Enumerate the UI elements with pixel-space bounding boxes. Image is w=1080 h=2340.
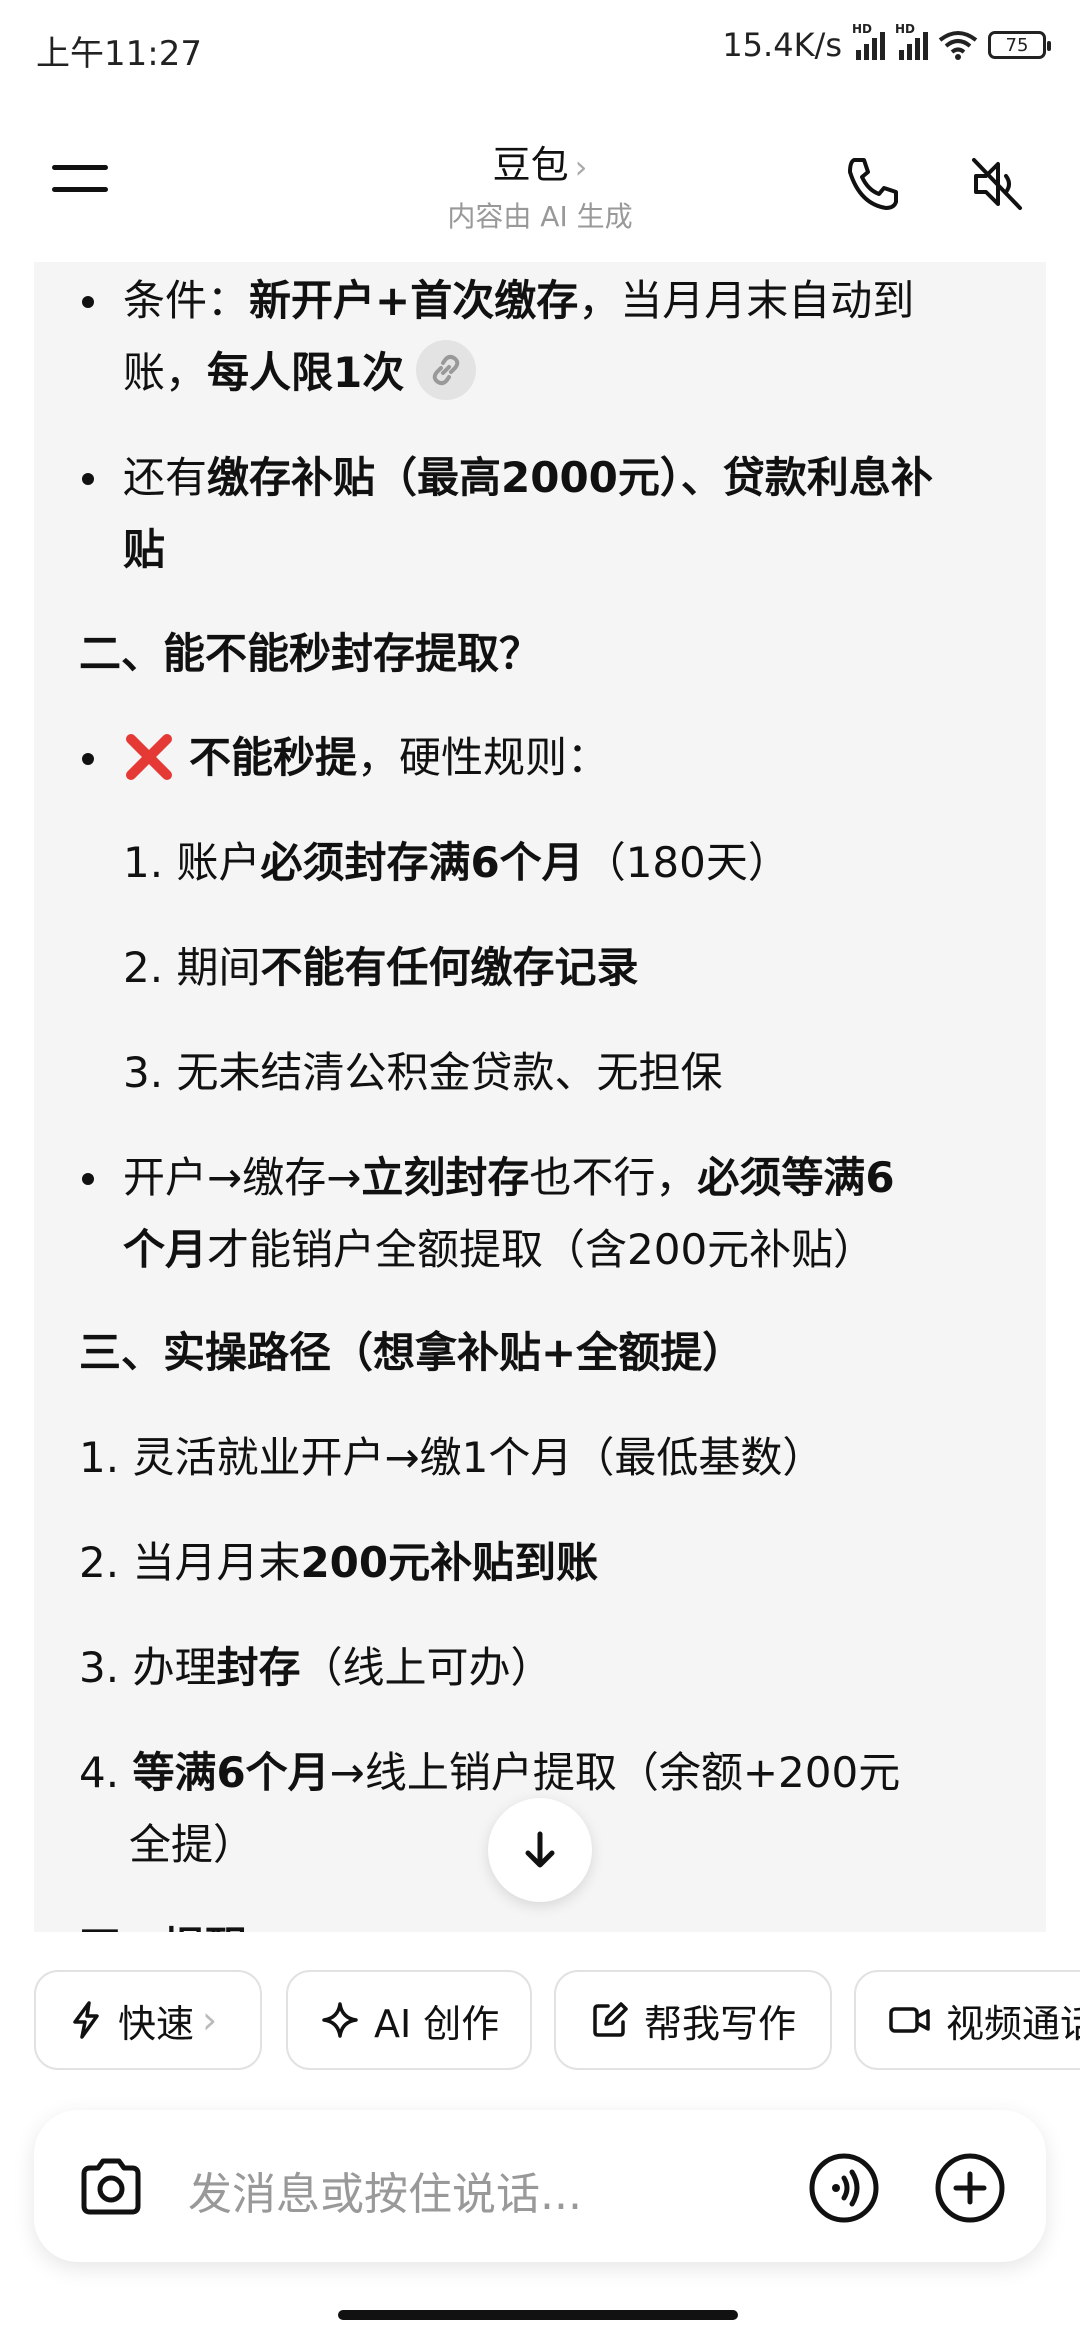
- section-heading: 二、能不能秒封存提取？: [79, 629, 542, 678]
- section-heading: 三、实操路径（想拿补贴+全额提）: [79, 1328, 745, 1377]
- chat-header: 豆包 › 内容由 AI 生成: [0, 100, 1080, 265]
- quick-action-video-call[interactable]: 视频通话: [854, 1970, 1080, 2070]
- quick-actions-bar: 快速 › AI 创作 帮我写作 视频通话: [34, 1970, 1080, 2074]
- lightning-icon: [73, 2001, 99, 2039]
- numbered-item: 1. 灵活就业开户→缴1个月（最低基数）: [79, 1433, 825, 1482]
- video-icon: [889, 2007, 930, 2033]
- chevron-right-icon: ›: [574, 148, 588, 186]
- battery-icon: 75: [988, 31, 1051, 59]
- cell-signal-2-icon: HD: [895, 22, 928, 60]
- arrow-down-icon: [525, 1831, 555, 1868]
- status-time: 上午11:27: [36, 34, 202, 74]
- chat-title: 豆包: [492, 143, 569, 187]
- menu-icon[interactable]: [52, 155, 112, 205]
- numbered-item: 3. 无未结清公积金贷款、无担保: [123, 1048, 723, 1097]
- message-input-bar: 发消息或按住说话...: [34, 2110, 1046, 2262]
- cell-signal-icon: HD: [852, 22, 885, 60]
- list-item: 还有缴存补贴（最高2000元）、贷款利息补贴: [82, 442, 1023, 586]
- ai-disclaimer: 内容由 AI 生成: [447, 200, 633, 233]
- status-icons: 15.4K/s HD HD 75: [722, 22, 1051, 64]
- sparkle-icon: [322, 2002, 358, 2038]
- plus-icon[interactable]: [934, 2152, 1006, 2224]
- chat-title-area[interactable]: 豆包 › 内容由 AI 生成: [340, 134, 740, 235]
- chevron-right-icon: ›: [202, 1998, 218, 2042]
- voice-input-icon[interactable]: [808, 2152, 880, 2224]
- list-item: 条件：新开户+首次缴存，当月月末自动到 账，每人限1次: [82, 265, 1023, 409]
- numbered-item: 3. 办理封存（线上可办）: [79, 1643, 553, 1692]
- camera-icon[interactable]: [76, 2152, 146, 2222]
- red-cross-icon: [126, 733, 172, 780]
- status-bar: 上午11:27 15.4K/s HD HD 75: [0, 0, 1080, 100]
- speaker-muted-icon[interactable]: [966, 152, 1030, 216]
- ai-message: 条件：新开户+首次缴存，当月月末自动到 账，每人限1次 还有缴存补贴（最高200…: [34, 262, 1046, 1932]
- scroll-to-bottom-button[interactable]: [488, 1798, 592, 1902]
- edit-icon: [593, 2002, 628, 2037]
- numbered-item: 2. 期间不能有任何缴存记录: [123, 943, 639, 992]
- quick-action-ai-create[interactable]: AI 创作: [286, 1970, 532, 2070]
- home-indicator[interactable]: [338, 2310, 738, 2320]
- citation-link-icon[interactable]: [416, 339, 477, 400]
- quick-action-write[interactable]: 帮我写作: [554, 1970, 832, 2070]
- phone-icon[interactable]: [840, 152, 904, 216]
- message-input[interactable]: 发消息或按住说话...: [188, 2158, 582, 2222]
- quick-action-fast[interactable]: 快速 ›: [34, 1970, 262, 2070]
- list-item: 不能秒提，硬性规则：: [82, 722, 1023, 794]
- numbered-item: 1. 账户必须封存满6个月（180天）: [123, 838, 790, 887]
- network-speed: 15.4K/s: [722, 26, 842, 64]
- list-item: 开户→缴存→立刻封存也不行，必须等满6 个月才能销户全额提取（含200元补贴）: [82, 1142, 1023, 1286]
- section-heading-partial: 四、提醒: [79, 1912, 247, 1932]
- numbered-item: 2. 当月月末200元补贴到账: [79, 1538, 599, 1587]
- wifi-icon: [938, 31, 978, 60]
